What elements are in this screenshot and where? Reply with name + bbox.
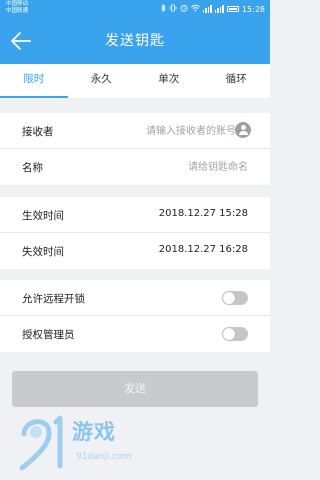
status-time: 15:28 bbox=[241, 4, 265, 14]
tab-cycle[interactable]: 循环 bbox=[203, 64, 271, 98]
end-time-value[interactable]: 2018.12.27 16:28 bbox=[159, 244, 248, 255]
battery-icon bbox=[226, 6, 239, 12]
bluetooth-icon bbox=[161, 3, 166, 14]
tab-single[interactable]: 单次 bbox=[135, 64, 203, 98]
signal-icon-2 bbox=[214, 5, 224, 13]
carrier-info: 中国移动 中国联通 bbox=[6, 1, 28, 15]
carrier-1: 中国移动 bbox=[6, 1, 29, 7]
end-time-row[interactable]: 失效时间 2018.12.27 16:28 bbox=[0, 233, 270, 269]
key-name-input[interactable] bbox=[98, 157, 248, 177]
receiver-label: 接收者 bbox=[22, 126, 54, 138]
start-time-row[interactable]: 生效时间 2018.12.27 15:28 bbox=[0, 197, 270, 233]
time-section: 生效时间 2018.12.27 15:28 失效时间 2018.12.27 16… bbox=[0, 197, 270, 269]
admin-row: 授权管理员 bbox=[0, 316, 270, 352]
page-title: 发送钥匙 bbox=[105, 33, 165, 49]
name-label: 名称 bbox=[22, 162, 43, 174]
watermark-logo-icon bbox=[19, 415, 63, 471]
tab-limited[interactable]: 限时 bbox=[0, 64, 68, 98]
end-time-label: 失效时间 bbox=[22, 246, 64, 258]
toggle-knob bbox=[223, 292, 235, 304]
tab-permanent[interactable]: 永久 bbox=[68, 64, 136, 98]
receiver-row: 接收者 bbox=[0, 113, 270, 149]
signal-icon bbox=[202, 5, 212, 13]
contact-icon[interactable] bbox=[235, 122, 251, 138]
start-time-value[interactable]: 2018.12.27 15:28 bbox=[159, 208, 248, 219]
status-bar: 中国移动 中国联通 15:28 bbox=[0, 0, 270, 18]
admin-toggle[interactable] bbox=[222, 327, 248, 341]
vibrate-icon bbox=[169, 4, 177, 14]
key-type-tabs: 限时 永久 单次 循环 bbox=[0, 64, 270, 98]
admin-label: 授权管理员 bbox=[22, 329, 75, 341]
carrier-2: 中国联通 bbox=[6, 8, 29, 14]
remote-unlock-row: 允许远程开锁 bbox=[0, 280, 270, 316]
status-icons: 15:28 bbox=[161, 2, 265, 16]
watermark-brand: 游戏 bbox=[72, 420, 116, 444]
start-time-label: 生效时间 bbox=[22, 210, 64, 222]
remote-unlock-label: 允许远程开锁 bbox=[22, 293, 85, 305]
toggle-knob bbox=[223, 328, 235, 340]
watermark-domain: 91danji.com bbox=[76, 452, 132, 462]
name-row: 名称 bbox=[0, 149, 270, 185]
receiver-section: 接收者 名称 bbox=[0, 113, 270, 185]
remote-unlock-toggle[interactable] bbox=[222, 291, 248, 305]
wifi-icon bbox=[191, 4, 200, 14]
receiver-input[interactable] bbox=[86, 121, 236, 141]
send-button[interactable]: 发送 bbox=[12, 371, 258, 407]
permission-section: 允许远程开锁 授权管理员 bbox=[0, 280, 270, 352]
alarm-icon bbox=[180, 4, 188, 14]
watermark: 游戏 91danji.com bbox=[18, 412, 168, 474]
app-header: 发送钥匙 bbox=[0, 18, 270, 64]
